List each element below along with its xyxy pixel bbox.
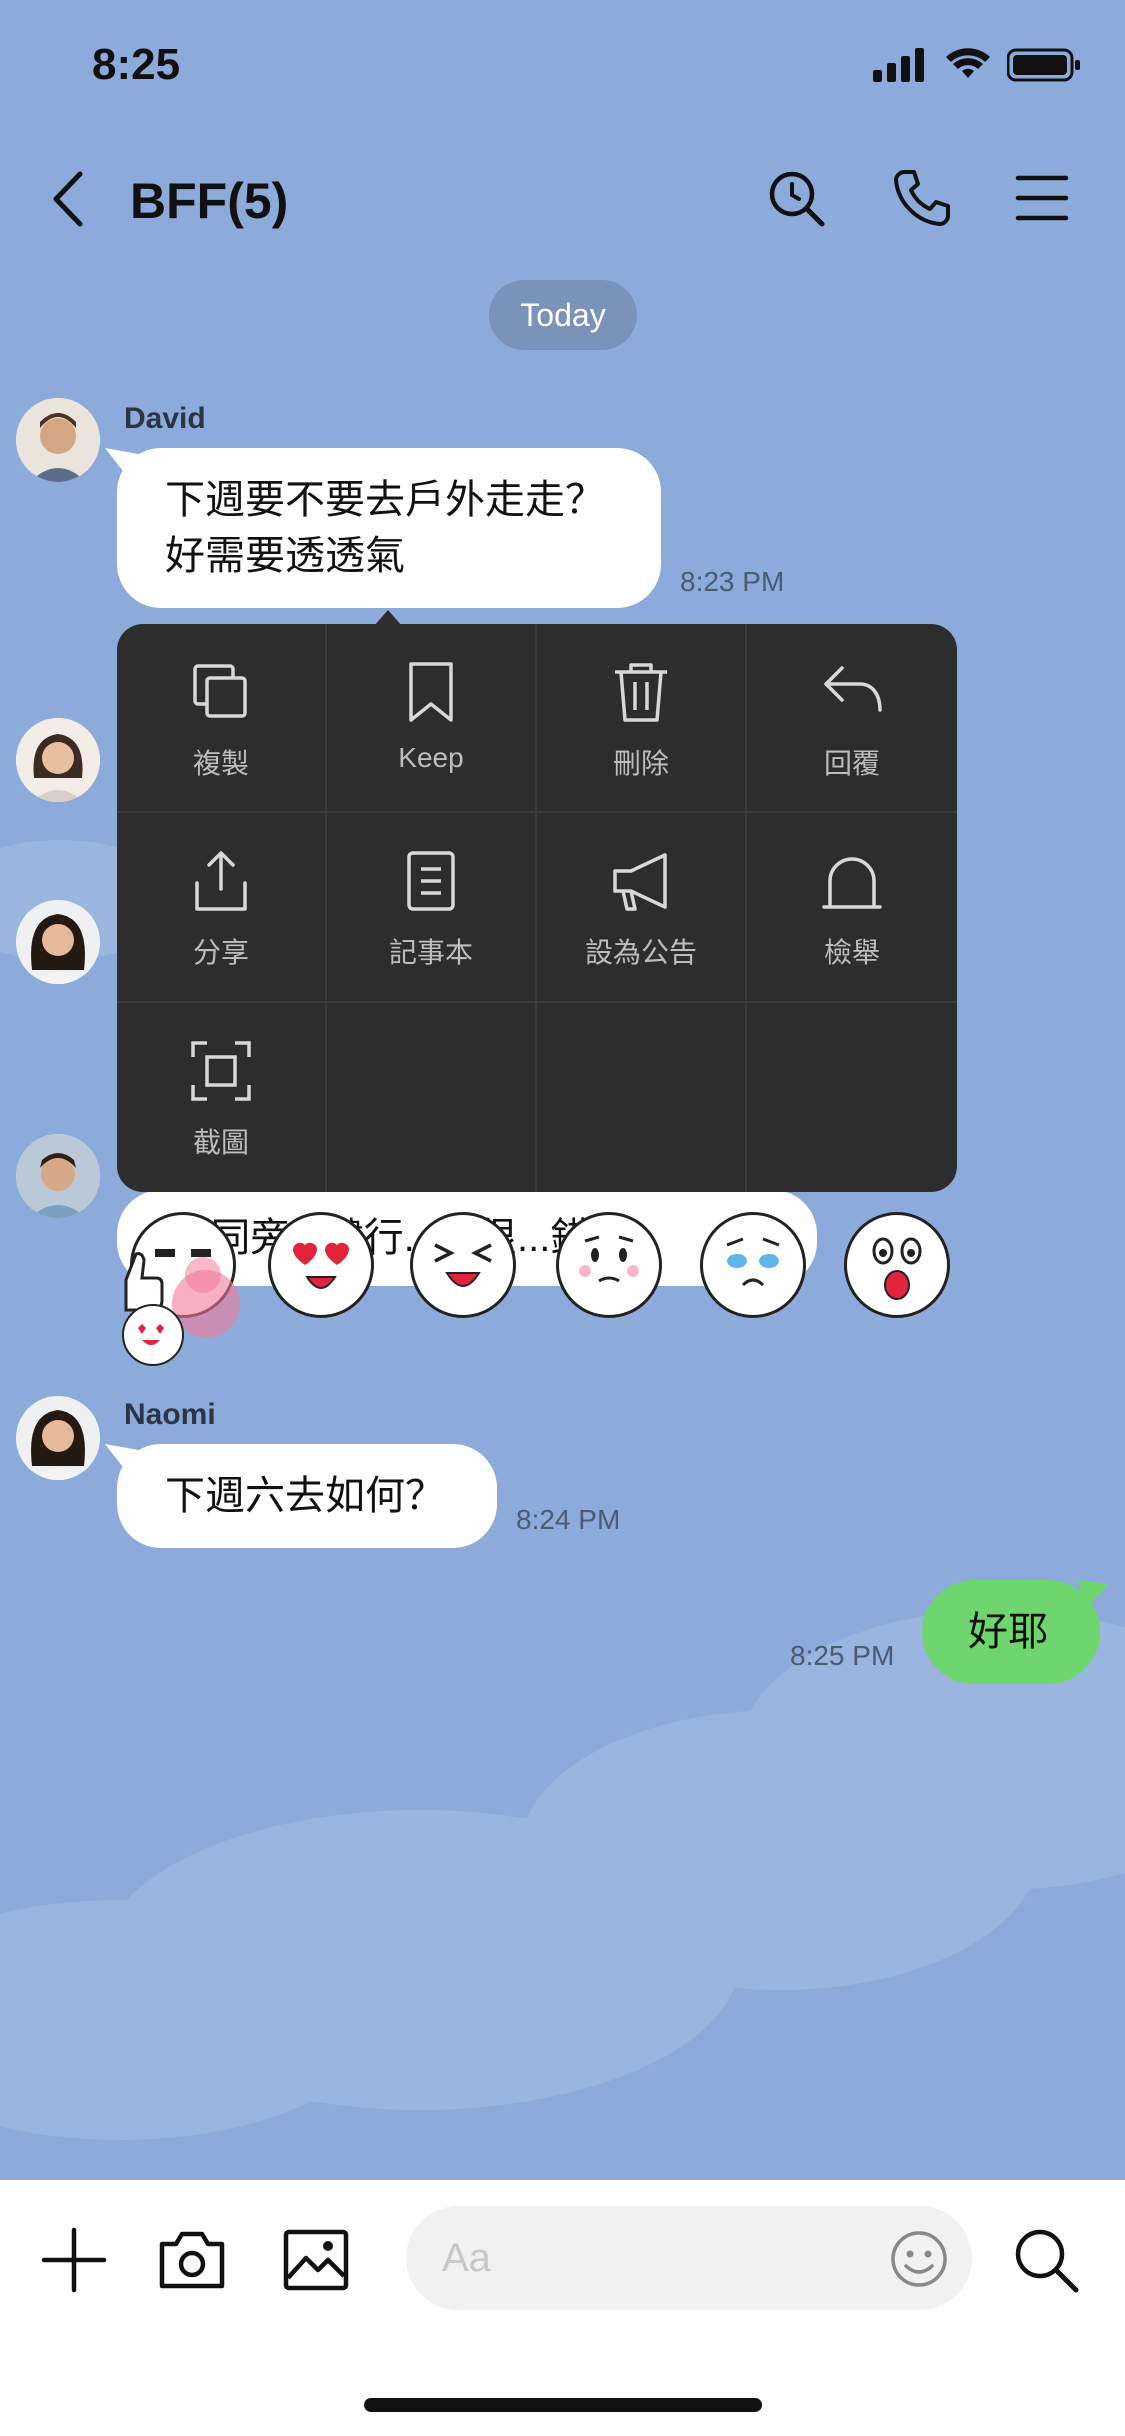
sender-name: David bbox=[124, 402, 206, 435]
avatar-image bbox=[16, 1396, 100, 1480]
heart-eyes-sticker[interactable] bbox=[268, 1212, 374, 1318]
message-line: 下週要不要去戶外走走？ bbox=[165, 478, 605, 522]
reply-icon bbox=[824, 666, 882, 712]
menu-item-label: 刪除 bbox=[612, 748, 669, 779]
chat-title: BFF(5) bbox=[130, 173, 289, 229]
message-bubble[interactable]: 下週六去如何？ bbox=[117, 1444, 497, 1548]
message-context-menu: 複製 Keep 刪除 回覆 分享 記事本 設為公告 檢舉 截圖 bbox=[117, 624, 957, 1192]
menu-empty-cell bbox=[327, 1002, 537, 1192]
menu-item-label: 截圖 bbox=[192, 1126, 249, 1158]
megaphone-icon bbox=[613, 853, 667, 912]
laughing-sticker[interactable] bbox=[410, 1212, 516, 1318]
menu-empty-cell bbox=[747, 1003, 957, 1192]
date-separator: Today bbox=[489, 280, 637, 350]
avatar-naomi[interactable] bbox=[16, 900, 100, 984]
message-time: 8:23 PM bbox=[680, 566, 785, 597]
bookmark-icon bbox=[409, 662, 453, 722]
menu-item-label: 分享 bbox=[192, 937, 249, 969]
back-arrow-icon[interactable] bbox=[44, 164, 94, 234]
surprised-sticker[interactable] bbox=[844, 1212, 950, 1318]
menu-item-keep[interactable]: Keep bbox=[327, 624, 537, 814]
camera-icon[interactable] bbox=[156, 2224, 228, 2296]
message-time: 8:25 PM bbox=[790, 1640, 895, 1671]
reaction-badge bbox=[122, 1304, 184, 1366]
search-messages-icon[interactable] bbox=[764, 166, 828, 230]
menu-icon[interactable] bbox=[1010, 166, 1074, 230]
menu-item-announce[interactable]: 設為公告 bbox=[537, 813, 747, 1003]
plus-icon[interactable] bbox=[38, 2224, 110, 2296]
bubble-tail bbox=[1078, 1580, 1108, 1610]
menu-item-reply[interactable]: 回覆 bbox=[747, 624, 957, 814]
status-icons bbox=[873, 48, 1081, 82]
menu-item-label: Keep bbox=[398, 742, 464, 773]
avatar-member[interactable] bbox=[16, 1134, 100, 1218]
own-message-bubble[interactable]: 好耶 bbox=[922, 1580, 1108, 1684]
menu-item-label: 檢舉 bbox=[823, 937, 880, 969]
wifi-icon bbox=[946, 48, 990, 78]
thinking-face-icon bbox=[579, 1235, 639, 1283]
message-time: 8:24 PM bbox=[516, 1504, 621, 1535]
share-icon bbox=[195, 851, 247, 912]
report-icon bbox=[822, 857, 882, 910]
message-bubble[interactable]: 下週要不要去戶外走走？ 好需要透透氣 bbox=[117, 448, 661, 608]
home-indicator bbox=[364, 2398, 762, 2412]
menu-item-label: 記事本 bbox=[388, 937, 473, 969]
menu-item-copy[interactable]: 複製 bbox=[117, 624, 327, 814]
phone-icon[interactable] bbox=[890, 166, 954, 230]
menu-empty-cell bbox=[537, 1002, 747, 1192]
message-line: 好需要透透氣 bbox=[165, 534, 405, 578]
emoji-icon[interactable] bbox=[888, 2228, 950, 2290]
thinking-sticker[interactable] bbox=[556, 1212, 662, 1318]
chat-header: BFF(5) bbox=[0, 150, 1125, 250]
screenshot-icon bbox=[191, 1040, 251, 1101]
avatar-image bbox=[16, 398, 100, 482]
menu-item-notes[interactable]: 記事本 bbox=[327, 813, 537, 1003]
input-bar: Aa bbox=[0, 2180, 1125, 2436]
laughing-face-icon bbox=[434, 1243, 492, 1287]
menu-item-label: 回覆 bbox=[823, 748, 880, 779]
search-icon[interactable] bbox=[1010, 2224, 1082, 2296]
heart-eyes-badge-icon bbox=[138, 1324, 164, 1345]
menu-item-screenshot[interactable]: 截圖 bbox=[117, 1002, 327, 1192]
message-text: 好耶 bbox=[968, 1610, 1048, 1654]
notes-icon bbox=[407, 851, 455, 912]
menu-item-report[interactable]: 檢舉 bbox=[747, 813, 957, 1003]
copy-icon bbox=[193, 664, 247, 718]
avatar-david[interactable] bbox=[16, 398, 100, 482]
menu-item-label: 複製 bbox=[192, 748, 249, 779]
menu-grid: 複製 Keep 刪除 回覆 分享 記事本 設為公告 檢舉 截圖 bbox=[117, 624, 957, 1192]
crying-sticker[interactable] bbox=[700, 1212, 806, 1318]
signal-icon bbox=[873, 48, 924, 82]
status-time: 8:25 bbox=[92, 40, 181, 89]
avatar-naomi[interactable] bbox=[16, 1396, 100, 1480]
menu-item-delete[interactable]: 刪除 bbox=[537, 624, 747, 814]
menu-item-share[interactable]: 分享 bbox=[117, 813, 327, 1003]
sender-name: Naomi bbox=[124, 1398, 216, 1431]
avatar-image bbox=[16, 1134, 100, 1218]
avatar-image bbox=[16, 718, 100, 802]
crying-face-icon bbox=[726, 1237, 780, 1287]
trash-icon bbox=[615, 663, 667, 722]
image-icon[interactable] bbox=[280, 2224, 352, 2296]
avatar-member[interactable] bbox=[16, 718, 100, 802]
message-text: 下週六去如何？ bbox=[165, 1474, 445, 1518]
heart-eyes-face-icon bbox=[293, 1242, 349, 1289]
message-input[interactable]: Aa bbox=[406, 2206, 972, 2310]
input-placeholder: Aa bbox=[442, 2236, 491, 2280]
menu-item-label: 設為公告 bbox=[584, 937, 697, 969]
avatar-image bbox=[16, 900, 100, 984]
battery-icon bbox=[1007, 48, 1080, 82]
surprised-face-icon bbox=[872, 1237, 922, 1300]
